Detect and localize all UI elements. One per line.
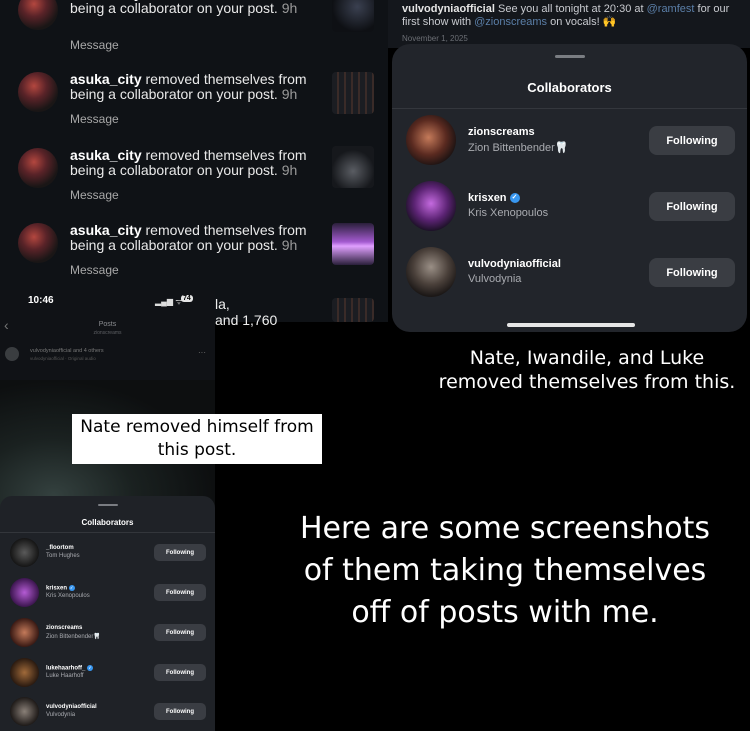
- notification-text: asuka_city removed themselves from being…: [70, 222, 307, 253]
- post-caption: vulvodyniaofficial See you all tonight a…: [388, 0, 750, 48]
- following-button[interactable]: Following: [649, 126, 735, 155]
- collaborator-row[interactable]: _floortom Tom Hughes Following: [0, 536, 215, 574]
- message-link[interactable]: Message: [70, 263, 119, 277]
- post-thumbnail[interactable]: [332, 146, 374, 188]
- overlay-text: and 1,760: [215, 312, 278, 328]
- caption-text: vulvodyniaofficial See you all tonight a…: [402, 3, 730, 28]
- collaborator-row[interactable]: zionscreams Zion Bittenbender🦷 Following: [392, 112, 747, 172]
- collaborators-sheet-small: Collaborators _floortom Tom Hughes Follo…: [0, 496, 215, 731]
- following-button[interactable]: Following: [154, 703, 206, 720]
- header-subtitle: zionscreams: [93, 330, 122, 336]
- verified-badge-icon: ✓: [68, 585, 75, 591]
- avatar[interactable]: [18, 148, 58, 188]
- message-link[interactable]: Message: [70, 188, 119, 202]
- collaborator-name: Vulvodynia: [46, 712, 76, 718]
- avatar[interactable]: [10, 538, 39, 567]
- collaborator-row[interactable]: zionscreams Zion Bittenbender🦷 Following: [0, 616, 215, 654]
- collaborator-username[interactable]: _floortom: [46, 545, 74, 551]
- message-link[interactable]: Message: [70, 38, 119, 52]
- post-thumbnail[interactable]: [332, 0, 374, 32]
- avatar[interactable]: [18, 0, 58, 30]
- collaborator-username[interactable]: lukehaarhoff_ ✓: [46, 665, 94, 672]
- collaborator-row[interactable]: lukehaarhoff_ ✓ Luke Haarhoff Following: [0, 656, 215, 694]
- post-thumbnail[interactable]: [332, 72, 374, 114]
- home-indicator: [507, 323, 635, 327]
- collaborator-name: Kris Xenopoulos: [468, 207, 549, 219]
- collaborator-row[interactable]: krisxen ✓ Kris Xenopoulos Following: [0, 576, 215, 614]
- notification-row[interactable]: asuka_city removed themselves from being…: [0, 146, 388, 221]
- mention-link[interactable]: @zionscreams: [474, 16, 547, 28]
- collaborator-name: Luke Haarhoff: [46, 673, 84, 679]
- avatar[interactable]: [406, 115, 456, 165]
- caption-right: Nate, Iwandile, and Luke removed themsel…: [438, 347, 736, 393]
- caption-left: Nate removed himself from this post.: [80, 417, 314, 460]
- collaborator-username[interactable]: krisxen ✓: [46, 585, 75, 592]
- sheet-handle[interactable]: [555, 55, 585, 58]
- notification-row[interactable]: asuka_city removed themselves from being…: [0, 0, 388, 61]
- verified-badge-icon: ✓: [87, 665, 94, 671]
- more-icon[interactable]: ···: [198, 348, 206, 357]
- post-user[interactable]: vulvodyniaofficial and 4 others: [30, 348, 104, 354]
- collaborator-name: Tom Hughes: [46, 553, 80, 559]
- status-time: 10:46: [28, 295, 54, 306]
- avatar[interactable]: [18, 72, 58, 112]
- collaborator-username[interactable]: zionscreams: [468, 126, 535, 138]
- notifications-panel: asuka_city removed themselves from being…: [0, 0, 388, 292]
- following-button[interactable]: Following: [154, 584, 206, 601]
- following-button[interactable]: Following: [154, 624, 206, 641]
- post-audio[interactable]: vulvodyniaofficial · Original audio: [30, 356, 96, 361]
- mention-link[interactable]: @ramfest: [647, 3, 695, 15]
- notification-row[interactable]: asuka_city removed themselves from being…: [0, 221, 388, 292]
- collaborator-row[interactable]: vulvodyniaofficial Vulvodynia Following: [392, 244, 747, 304]
- post-thumbnail[interactable]: [332, 223, 374, 265]
- collaborator-name: Vulvodynia: [468, 273, 522, 285]
- collaborator-name: Zion Bittenbender🦷: [46, 634, 101, 640]
- collaborator-row[interactable]: krisxen ✓ Kris Xenopoulos Following: [392, 178, 747, 238]
- avatar[interactable]: [18, 223, 58, 263]
- battery-icon: 74: [181, 295, 193, 302]
- caption-box: Nate removed himself from this post.: [72, 414, 322, 464]
- following-button[interactable]: Following: [649, 258, 735, 287]
- sheet-title: Collaborators: [527, 80, 612, 95]
- notification-text: asuka_city removed themselves from being…: [70, 0, 307, 16]
- collaborator-row[interactable]: vulvodyniaofficial Vulvodynia Following: [0, 695, 215, 731]
- collaborator-username[interactable]: zionscreams: [46, 625, 82, 631]
- notification-text: asuka_city removed themselves from being…: [70, 71, 307, 102]
- notification-row[interactable]: asuka_city removed themselves from being…: [0, 70, 388, 145]
- underlying-screenshot: la, and 1,760: [215, 292, 388, 328]
- verified-badge-icon: ✓: [509, 193, 520, 204]
- collaborator-username[interactable]: vulvodyniaofficial: [46, 704, 97, 710]
- following-button[interactable]: Following: [154, 664, 206, 681]
- sheet-title: Collaborators: [81, 518, 134, 527]
- sheet-handle[interactable]: [98, 504, 118, 506]
- following-button[interactable]: Following: [154, 544, 206, 561]
- avatar[interactable]: [10, 618, 39, 647]
- avatar[interactable]: [406, 247, 456, 297]
- post-date: November 1, 2025: [402, 34, 468, 43]
- avatar[interactable]: [10, 658, 39, 687]
- signal-icon: ▂▄▆ ᯤ: [155, 297, 183, 306]
- divider: [0, 532, 215, 533]
- collaborator-name: Kris Xenopoulos: [46, 593, 90, 599]
- collaborator-username[interactable]: krisxen ✓: [468, 192, 520, 204]
- collaborator-name: Zion Bittenbender🦷: [468, 142, 569, 154]
- collaborator-username[interactable]: vulvodyniaofficial: [468, 258, 561, 270]
- notification-text: asuka_city removed themselves from being…: [70, 147, 307, 178]
- header-title: Posts: [98, 321, 117, 328]
- overlay-text: la,: [215, 296, 230, 312]
- divider: [392, 108, 747, 109]
- avatar[interactable]: [10, 578, 39, 607]
- message-link[interactable]: Message: [70, 112, 119, 126]
- following-button[interactable]: Following: [649, 192, 735, 221]
- post-thumbnail[interactable]: [332, 298, 374, 322]
- avatar[interactable]: [10, 697, 39, 726]
- avatar[interactable]: [5, 347, 19, 361]
- collaborators-sheet: Collaborators zionscreams Zion Bittenben…: [392, 44, 747, 332]
- caption-main: Here are some screenshots of them taking…: [299, 511, 711, 630]
- avatar[interactable]: [406, 181, 456, 231]
